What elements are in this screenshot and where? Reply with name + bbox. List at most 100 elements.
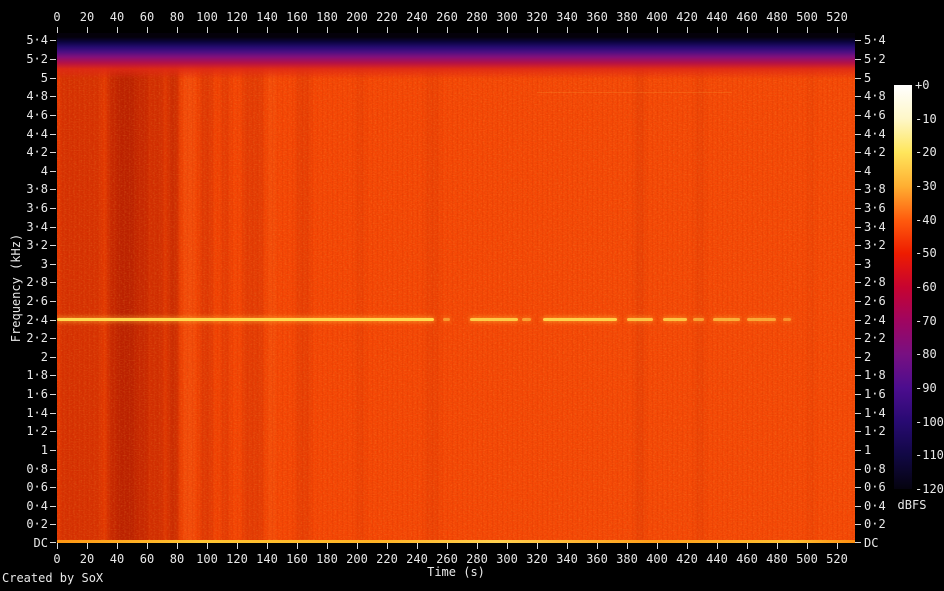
freq-tick-label: 1·6 (26, 387, 48, 401)
time-tick-label: 440 (706, 10, 728, 24)
freq-tick-label: 0·6 (26, 480, 48, 494)
freq-tick-mark (50, 282, 56, 283)
freq-tick-label: 2·2 (26, 331, 48, 345)
tone-2k4-segment (747, 318, 776, 321)
time-tick-label: 260 (436, 10, 458, 24)
freq-tick-mark (855, 40, 861, 41)
freq-tick-mark (50, 208, 56, 209)
freq-tick-mark (50, 40, 56, 41)
freq-tick-label: 3·4 (864, 220, 886, 234)
time-tick-mark (267, 543, 268, 549)
freq-tick-mark (50, 506, 56, 507)
freq-tick-label: 4·8 (26, 89, 48, 103)
time-tick-label: 160 (286, 552, 308, 566)
time-tick-label: 160 (286, 10, 308, 24)
time-tick-label: 20 (79, 10, 95, 24)
tone-2k4-trace (57, 33, 855, 543)
freq-tick-label: 1·2 (26, 424, 48, 438)
freq-tick-mark (855, 301, 861, 302)
freq-tick-mark (50, 96, 56, 97)
time-tick-label: 80 (169, 10, 185, 24)
freq-tick-label: 5·4 (864, 33, 886, 47)
freq-tick-mark (855, 134, 861, 135)
time-tick-mark (57, 543, 58, 549)
freq-tick-label: 0·4 (26, 499, 48, 513)
time-tick-mark (687, 543, 688, 549)
freq-tick-mark (50, 59, 56, 60)
time-tick-label: 0 (53, 10, 61, 24)
time-tick-label: 140 (256, 552, 278, 566)
time-tick-mark (777, 543, 778, 549)
db-tick-label: -40 (915, 212, 937, 227)
time-tick-label: 400 (646, 552, 668, 566)
time-tick-label: 200 (346, 552, 368, 566)
freq-tick-mark (855, 450, 861, 451)
freq-tick-label: 5·4 (26, 33, 48, 47)
time-tick-mark (657, 543, 658, 549)
frequency-axis-title: Frequency (kHz) (9, 233, 23, 343)
freq-tick-mark (855, 245, 861, 246)
tone-2k4-segment (693, 318, 704, 321)
time-tick-label: 320 (526, 10, 548, 24)
time-tick-mark (627, 543, 628, 549)
freq-tick-label: 1·4 (864, 406, 886, 420)
freq-tick-mark (855, 542, 861, 543)
tone-2k4-segment (442, 318, 450, 321)
freq-tick-label: 4·6 (864, 108, 886, 122)
time-tick-label: 120 (226, 10, 248, 24)
freq-tick-label: 2·8 (26, 275, 48, 289)
time-tick-label: 60 (139, 10, 155, 24)
freq-tick-label: DC (864, 536, 879, 550)
freq-tick-mark (50, 487, 56, 488)
freq-tick-label: 5 (864, 71, 872, 85)
freq-tick-mark (50, 375, 56, 376)
time-tick-mark (717, 543, 718, 549)
freq-tick-label: 3·2 (864, 238, 886, 252)
freq-tick-mark (50, 469, 56, 470)
time-tick-label: 260 (436, 552, 458, 566)
tone-2k4-segment (57, 318, 434, 321)
time-tick-label: 460 (736, 552, 758, 566)
db-tick-label: -100 (915, 414, 944, 429)
time-tick-label: 240 (406, 552, 428, 566)
time-tick-mark (237, 543, 238, 549)
time-tick-mark (87, 543, 88, 549)
time-tick-mark (537, 543, 538, 549)
freq-tick-mark (50, 431, 56, 432)
freq-tick-label: 2·6 (864, 294, 886, 308)
time-tick-label: 520 (826, 552, 848, 566)
freq-tick-mark (855, 59, 861, 60)
tone-2k4-segment (469, 318, 518, 321)
freq-tick-label: 0·8 (26, 462, 48, 476)
time-tick-label: 380 (616, 10, 638, 24)
time-tick-mark (807, 543, 808, 549)
time-tick-label: 20 (79, 552, 95, 566)
freq-tick-label: 4·4 (26, 127, 48, 141)
time-tick-label: 480 (766, 552, 788, 566)
freq-tick-label: 3·8 (864, 182, 886, 196)
freq-tick-mark (855, 171, 861, 172)
freq-tick-mark (855, 208, 861, 209)
freq-tick-mark (50, 152, 56, 153)
freq-tick-label: 5·2 (864, 52, 886, 66)
db-tick-label: -10 (915, 111, 937, 126)
freq-tick-label: 4·2 (864, 145, 886, 159)
freq-tick-label: 4·4 (864, 127, 886, 141)
time-tick-label: 140 (256, 10, 278, 24)
time-tick-mark (207, 543, 208, 549)
freq-tick-label: 3·6 (26, 201, 48, 215)
dbfs-unit-label: dBFS (897, 498, 927, 512)
time-tick-mark (387, 543, 388, 549)
time-tick-label: 40 (109, 552, 125, 566)
freq-tick-label: 0·2 (26, 517, 48, 531)
time-tick-label: 320 (526, 552, 548, 566)
freq-tick-label: 0·2 (864, 517, 886, 531)
freq-tick-mark (855, 282, 861, 283)
freq-tick-label: 2·4 (864, 313, 886, 327)
freq-tick-mark (855, 524, 861, 525)
time-tick-mark (567, 543, 568, 549)
time-tick-label: 440 (706, 552, 728, 566)
freq-tick-label: 3·8 (26, 182, 48, 196)
db-tick-label: -70 (915, 313, 937, 328)
freq-tick-mark (855, 338, 861, 339)
